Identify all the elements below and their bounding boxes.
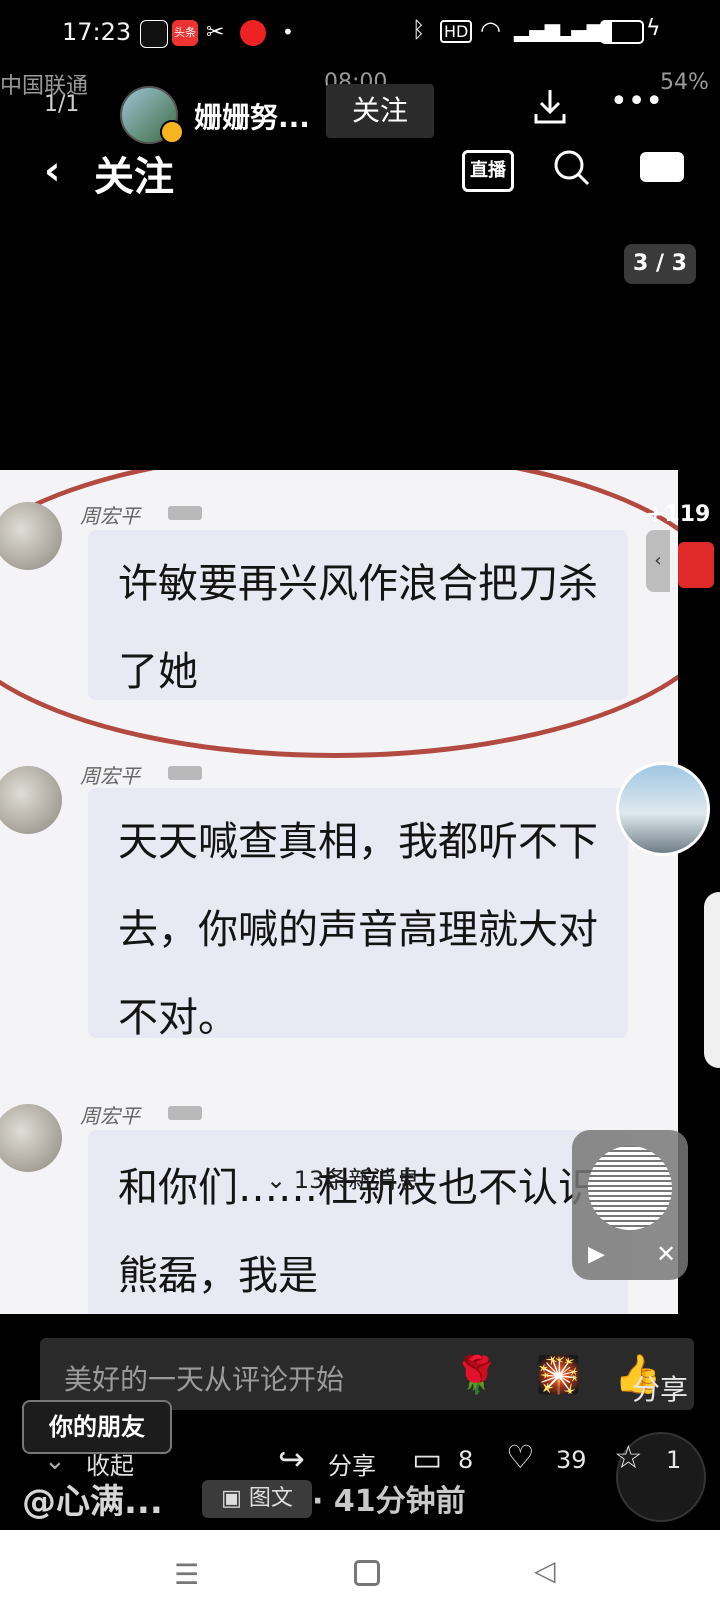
gift-count: +119 xyxy=(646,502,711,527)
video-app-icon xyxy=(240,20,266,46)
camera-icon[interactable] xyxy=(640,152,684,182)
capcut-icon: ✂ xyxy=(206,20,225,45)
comment-text: 天天喊查真相，我都听不下去，你喊的声音高理就大对不对。 xyxy=(118,819,598,1041)
firework-emoji-icon[interactable]: 🎇 xyxy=(536,1354,581,1396)
page-title: 关注 xyxy=(94,154,174,200)
comment-tag xyxy=(168,766,202,780)
comment-tag xyxy=(168,1106,202,1120)
like-count[interactable]: 39 xyxy=(556,1446,587,1474)
ghost-page-index: 1/1 xyxy=(44,92,80,117)
comment-avatar xyxy=(0,1104,62,1172)
play-icon[interactable]: ▶ xyxy=(588,1242,605,1267)
new-messages-text: 13条新消息 xyxy=(293,1166,421,1194)
comment-avatar xyxy=(0,766,62,834)
tiktok-icon xyxy=(140,20,168,48)
ghost-battery: 54% xyxy=(660,70,709,95)
toutiao-icon: 头条 xyxy=(172,20,198,46)
live-button[interactable]: 直播 xyxy=(462,150,514,192)
more-icon[interactable]: ••• xyxy=(610,84,663,119)
more-notifications-icon: • xyxy=(282,20,294,44)
comment-text: 许敏要再兴风作浪合把刀杀了她 xyxy=(118,561,598,695)
comment-tag xyxy=(168,506,202,520)
wifi-icon: ◠ xyxy=(480,16,501,44)
comment-author: 周宏平 xyxy=(80,1104,140,1128)
home-icon[interactable] xyxy=(354,1560,380,1586)
post-time: · 41分钟前 xyxy=(312,1484,466,1519)
signal-1-icon: ▂▄▆ xyxy=(514,18,561,42)
comment-icon[interactable]: ▭ xyxy=(412,1440,442,1478)
new-messages-indicator: ⌄ 13条新消息 xyxy=(266,1160,420,1195)
image-icon: ▣ xyxy=(221,1486,249,1511)
chevron-down-icon[interactable]: ⌄ xyxy=(44,1446,66,1476)
creator-avatar[interactable] xyxy=(616,762,710,856)
side-drawer-tab[interactable]: ‹ xyxy=(646,530,670,592)
post-type-label: 图文 xyxy=(248,1486,293,1511)
comment-author: 周宏平 xyxy=(80,504,140,528)
post-type-badge: ▣ 图文 xyxy=(202,1480,312,1518)
close-icon[interactable]: ✕ xyxy=(656,1240,676,1268)
verified-badge-icon xyxy=(160,120,184,144)
hd-voice-icon: HD xyxy=(440,20,473,43)
heart-icon[interactable]: ♡ xyxy=(506,1438,535,1476)
author-handle[interactable]: @心满... xyxy=(22,1474,163,1523)
share-overlay-label[interactable]: 分享 xyxy=(632,1368,688,1408)
status-time: 17:23 xyxy=(62,18,132,46)
author-name[interactable]: 姗姗努... xyxy=(194,96,310,136)
red-packet-icon[interactable] xyxy=(678,542,714,588)
mini-player-thumbnail[interactable] xyxy=(588,1146,672,1230)
star-icon[interactable]: ☆ xyxy=(614,1438,643,1476)
follow-button[interactable]: 关注 xyxy=(326,84,434,138)
comment-count[interactable]: 8 xyxy=(458,1446,473,1474)
share-icon[interactable]: ↪ xyxy=(278,1440,305,1478)
back-icon[interactable]: ‹ xyxy=(44,148,60,194)
battery-icon xyxy=(600,20,644,44)
comment-input[interactable]: 美好的一天从评论开始 xyxy=(64,1358,344,1398)
recent-apps-icon[interactable]: ☰ xyxy=(174,1558,199,1591)
rose-emoji-icon[interactable]: 🌹 xyxy=(454,1354,499,1396)
download-icon[interactable] xyxy=(530,86,570,126)
signal-2-icon: ▂▄▆ xyxy=(556,18,603,42)
page-counter: 3 / 3 xyxy=(624,244,696,284)
chevron-down-icon: ⌄ xyxy=(266,1166,294,1194)
system-back-icon[interactable]: ◁ xyxy=(534,1554,556,1587)
search-icon[interactable] xyxy=(552,148,590,186)
comment-author: 周宏平 xyxy=(80,764,140,788)
favorite-count[interactable]: 1 xyxy=(666,1446,681,1474)
side-panel-handle[interactable] xyxy=(704,892,720,1068)
charging-icon: ϟ xyxy=(646,16,661,41)
bluetooth-icon: ᛒ xyxy=(412,18,426,43)
